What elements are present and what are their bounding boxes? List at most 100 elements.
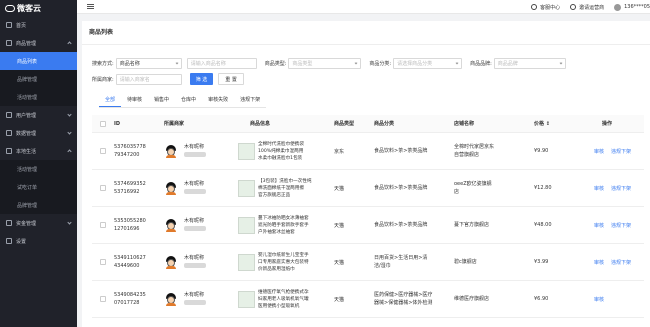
sidebar-subitem[interactable]: 品牌管理 [0, 196, 77, 214]
sidebar-item[interactable]: 设置 [0, 232, 77, 250]
col-category: 商品分类 [374, 120, 395, 127]
filter-button[interactable]: 筛 选 [189, 73, 214, 85]
product-type-select[interactable]: 商品类型 [288, 57, 362, 69]
product-type: 京东 [334, 148, 345, 155]
col-info: 商品信息 [250, 121, 271, 127]
row-checkbox[interactable] [100, 259, 106, 265]
product-title: 维德医疗氧气枪便携式孕 妇家用老人吸氧机氧气罐 医用便携小型吸氧机 [258, 289, 309, 309]
user-account[interactable]: 136****05 [614, 3, 650, 11]
price: ¥3.99 [534, 259, 549, 265]
tab-2[interactable]: 销售中 [148, 94, 175, 107]
sidebar-item[interactable]: 本地生活 [0, 142, 77, 160]
tab-0[interactable]: 全部 [99, 94, 122, 107]
product-id: 5349084235 07017728 [114, 292, 146, 306]
person-add-icon [570, 4, 577, 10]
page-title: 商品列表 [82, 21, 650, 45]
filter-panel: 搜索方式: 商品名称 请输入商品名称 商品类型: 商品类型 商品分类: 请选择商… [82, 55, 650, 87]
data-icon [6, 130, 12, 136]
review-link[interactable]: 审核 [594, 296, 604, 303]
chevron-down-icon [455, 61, 459, 64]
product-id: 5353055280 12701696 [114, 218, 146, 232]
violation-remove-link[interactable]: 违规下架 [611, 222, 631, 229]
review-link[interactable]: 审核 [594, 185, 604, 192]
col-type: 商品类型 [334, 121, 355, 127]
user-icon [6, 112, 12, 118]
row-checkbox[interactable] [100, 148, 106, 154]
violation-remove-link[interactable]: 违规下架 [611, 185, 631, 192]
tab-4[interactable]: 审核失败 [202, 94, 234, 107]
violation-remove-link[interactable]: 违规下架 [611, 259, 631, 266]
sidebar-subitem[interactable]: 活动管理 [0, 88, 77, 106]
tab-1[interactable]: 待审核 [121, 94, 148, 107]
product-category: 食品饮料>茶>茶类品牌 [374, 222, 428, 228]
review-link[interactable]: 审核 [594, 222, 604, 229]
tab-5[interactable]: 违规下架 [234, 94, 266, 107]
top-bar: 客服中心 邀请运营商 136****05 [77, 0, 650, 14]
store-name: oeeZ欧亿姿旗舰 店 [454, 181, 492, 195]
chevron-down-icon [559, 61, 563, 64]
sidebar-item[interactable]: 用户管理 [0, 106, 77, 124]
sidebar-subitem[interactable]: 活动管理 [0, 160, 77, 178]
merchant-input[interactable]: 请输入商家名 [115, 73, 182, 85]
product-table: ID 所属商家 商品信息 商品类型 商品分类 店铺名称 价格 ↕ 操作 5376… [92, 115, 644, 318]
product-title: 全棉时代洗脸巾便携袋 100%纯棉柔巾湿两用 水柔巾融洗脸巾1包装 [258, 141, 304, 161]
chevron-icon [67, 41, 72, 46]
invite-operator-link[interactable]: 邀请运营商 [570, 4, 604, 11]
row-checkbox[interactable] [100, 222, 106, 228]
table-header: ID 所属商家 商品信息 商品类型 商品分类 店铺名称 价格 ↕ 操作 [92, 115, 644, 133]
store-name: 蔓下官方旗舰店 [454, 222, 490, 228]
category-select[interactable]: 请选择商品分类 [393, 57, 463, 69]
merchant-name: 木有昵称 [184, 292, 205, 298]
table-row: 5353055280 12701696 木有昵称 蔓下冰袖防晒女冰薄袖套 遮光防晒手… [92, 207, 644, 244]
review-link[interactable]: 审核 [594, 148, 604, 155]
product-thumbnail [238, 179, 255, 197]
product-type: 天猫 [334, 222, 345, 229]
avatar [614, 3, 622, 11]
service-center-link[interactable]: 客服中心 [531, 4, 560, 11]
price: ¥48.00 [534, 222, 552, 228]
chevron-icon [67, 149, 72, 154]
select-all-checkbox[interactable] [100, 120, 106, 127]
sidebar-item[interactable]: 商品管理 [0, 34, 77, 52]
cloud-logo-icon [5, 4, 15, 12]
price: ¥9.90 [534, 148, 549, 154]
goods-icon [6, 40, 12, 46]
sidebar-subitem[interactable]: 品牌管理 [0, 70, 77, 88]
product-thumbnail [238, 253, 255, 271]
product-type: 天猫 [334, 185, 345, 192]
col-price[interactable]: 价格 ↕ [534, 120, 582, 127]
chevron-icon [67, 130, 72, 135]
product-category: 医药保健>医疗器械>医疗 器械>保健器械>体外检测 [374, 292, 433, 306]
violation-remove-link[interactable]: 违规下架 [611, 148, 631, 155]
sidebar-subitem[interactable]: 试吃订单 [0, 178, 77, 196]
merchant-avatar [164, 255, 178, 269]
product-category: 食品饮料>茶>茶类品牌 [374, 185, 428, 191]
sidebar-item[interactable]: 资金管理 [0, 214, 77, 232]
sidebar-item[interactable]: 数据管理 [0, 124, 77, 142]
reset-button[interactable]: 重 置 [218, 73, 244, 85]
sidebar-subitem[interactable]: 商品列表 [0, 52, 77, 70]
product-type: 天猫 [334, 259, 345, 266]
app-logo: 微客云 [0, 0, 77, 16]
search-input[interactable]: 请输入商品名称 [186, 57, 257, 69]
chevron-down-icon [354, 61, 358, 64]
product-thumbnail [238, 142, 255, 160]
product-thumbnail [238, 290, 255, 308]
row-checkbox[interactable] [100, 185, 106, 191]
brand-select[interactable]: 商品品牌 [493, 57, 566, 69]
product-type: 天猫 [334, 296, 345, 303]
menu-toggle-icon[interactable] [87, 4, 94, 9]
col-actions: 操作 [602, 121, 613, 127]
merchant-name: 木有昵称 [184, 218, 205, 224]
sidebar: 微客云 首页 商品管理 商品列表 品牌管理 活动管理 用户管理 数据管理 本地生活 活动管理 试吃… [0, 0, 77, 327]
chevron-icon [67, 112, 72, 117]
main-content: 商品列表 搜索方式: 商品名称 请输入商品名称 商品类型: 商品类型 商品分类:… [82, 21, 650, 327]
col-merchant: 所属商家 [164, 121, 185, 127]
search-mode-select[interactable]: 商品名称 [115, 57, 182, 69]
tab-3[interactable]: 仓库中 [175, 94, 202, 107]
product-title: 蔓下冰袖防晒女冰薄袖套 遮光防晒手套新款手套手 户外袖套冰丝袖套 [258, 215, 309, 235]
review-link[interactable]: 审核 [594, 259, 604, 266]
row-checkbox[interactable] [100, 296, 106, 302]
headset-icon [531, 4, 538, 10]
sidebar-item[interactable]: 首页 [0, 16, 77, 34]
